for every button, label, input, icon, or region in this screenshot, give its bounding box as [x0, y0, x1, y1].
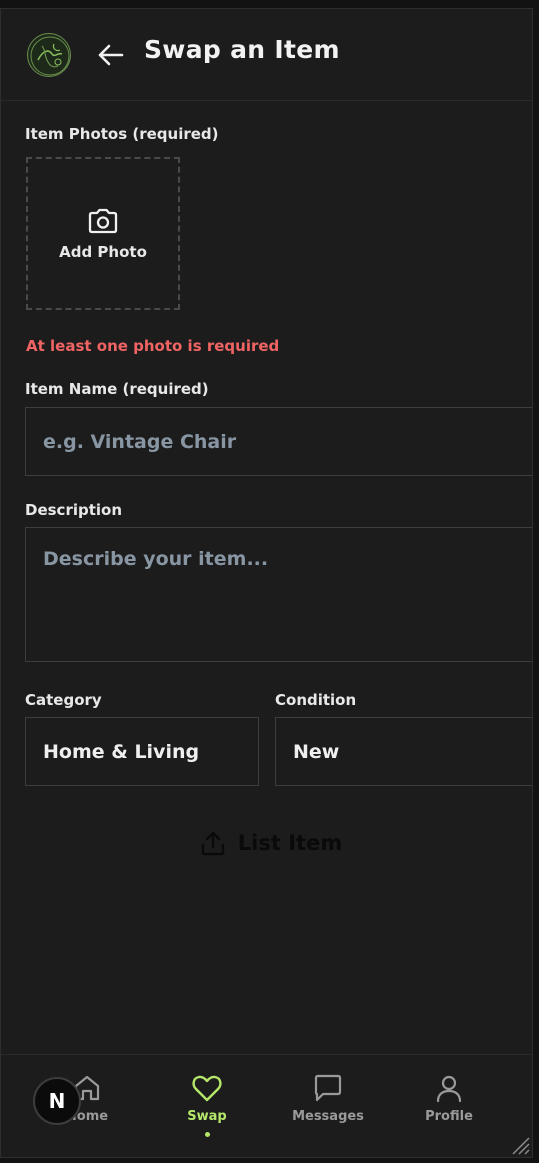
user-icon	[436, 1075, 462, 1103]
list-item-label: List Item	[237, 831, 343, 855]
photo-error-message: At least one photo is required	[26, 337, 280, 355]
condition-select[interactable]: New	[275, 717, 532, 786]
item-name-input[interactable]	[25, 407, 532, 476]
category-value: Home & Living	[43, 740, 200, 763]
nav-profile-label: Profile	[425, 1109, 473, 1124]
back-button[interactable]	[93, 39, 127, 71]
leaf-globe-logo	[27, 33, 71, 77]
arrow-left-icon	[98, 44, 124, 66]
nav-profile[interactable]: Profile	[399, 1073, 499, 1124]
category-select[interactable]: Home & Living	[25, 717, 259, 786]
description-input[interactable]	[25, 527, 532, 662]
heart-icon	[192, 1075, 222, 1102]
description-label: Description	[25, 501, 123, 519]
camera-icon	[88, 208, 118, 233]
nav-messages[interactable]: Messages	[278, 1073, 378, 1124]
nav-messages-label: Messages	[292, 1109, 364, 1124]
message-icon	[314, 1074, 342, 1102]
app-frame: Swap an Item Item Photos (required) Add …	[0, 8, 533, 1158]
resize-handle[interactable]	[509, 1134, 531, 1156]
list-item-button[interactable]: List Item	[171, 821, 371, 865]
add-photo-label: Add Photo	[59, 242, 147, 261]
nav-swap-label: Swap	[187, 1109, 227, 1124]
condition-value: New	[293, 740, 340, 763]
page-title: Swap an Item	[144, 35, 340, 64]
upload-icon	[201, 831, 224, 856]
bottom-nav: Home Swap Messages Profile	[1, 1054, 532, 1157]
condition-label: Condition	[275, 691, 357, 709]
add-photo-button[interactable]: Add Photo	[26, 157, 180, 310]
item-name-label: Item Name (required)	[25, 380, 209, 398]
photos-label: Item Photos (required)	[25, 125, 219, 143]
active-indicator	[204, 1132, 210, 1137]
header: Swap an Item	[1, 9, 532, 101]
dev-tools-badge[interactable]: N	[33, 1077, 81, 1125]
category-label: Category	[25, 691, 102, 709]
nav-swap[interactable]: Swap	[157, 1073, 257, 1137]
